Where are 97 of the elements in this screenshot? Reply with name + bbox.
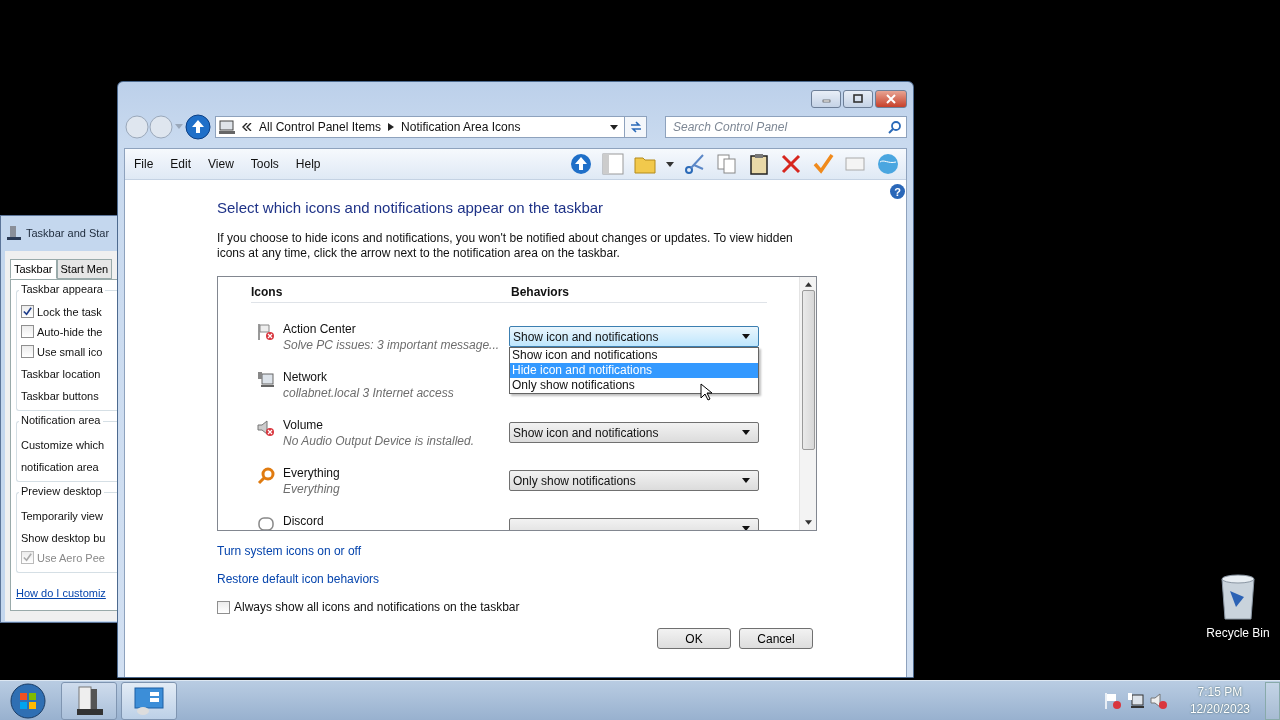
delete-icon[interactable] xyxy=(780,153,802,175)
caret-icon xyxy=(742,478,750,483)
checkbox-label: Always show all icons and notifications on the taskbar xyxy=(234,600,520,614)
setting-label: Taskbar location xyxy=(21,368,102,380)
search-field[interactable]: Search Control Panel xyxy=(665,116,907,138)
taskbar-app-button[interactable] xyxy=(61,681,117,720)
maximize-icon xyxy=(852,94,864,104)
checkbox-label: Use Aero Pee xyxy=(37,551,105,564)
dropdown-option[interactable]: Show icon and notifications xyxy=(510,348,758,363)
refresh-button[interactable] xyxy=(625,116,647,138)
scroll-down-icon[interactable] xyxy=(804,520,812,525)
dialog-button[interactable]: OK xyxy=(657,628,731,649)
caret-icon xyxy=(742,430,750,435)
caret-icon xyxy=(742,334,750,339)
caret-icon[interactable] xyxy=(666,161,674,167)
item-name: Everything xyxy=(283,466,341,480)
column-header: Icons xyxy=(251,285,284,299)
item-name: Action Center xyxy=(283,322,357,336)
checkbox[interactable] xyxy=(21,305,34,318)
taskbar-app-button[interactable] xyxy=(121,681,177,720)
close-icon xyxy=(885,94,897,104)
item-description: Everything xyxy=(283,482,341,496)
flag-icon xyxy=(257,323,275,341)
network-icon xyxy=(257,371,275,389)
window-title: Taskbar and Star xyxy=(26,227,110,239)
dropdown-option[interactable]: Only show notifications xyxy=(510,378,758,393)
checkbox[interactable] xyxy=(217,600,230,614)
group-title: Notification area xyxy=(19,414,103,426)
magnifier-icon xyxy=(257,467,275,485)
up-button[interactable] xyxy=(185,114,211,140)
circle-icon xyxy=(149,115,173,139)
setting-label: Show desktop bu xyxy=(21,532,107,544)
caret-icon xyxy=(742,526,750,530)
menu-item[interactable]: Tools xyxy=(250,157,286,171)
item-name: Volume xyxy=(283,418,325,432)
breadcrumb-item[interactable]: Notification Area Icons xyxy=(401,120,521,134)
globe-icon[interactable] xyxy=(876,152,900,176)
copy-icon[interactable] xyxy=(716,153,738,175)
item-description: Solve PC issues: 3 important message... xyxy=(283,338,501,352)
checkbox-label: Use small ico xyxy=(37,345,103,358)
dialog-button[interactable]: Cancel xyxy=(739,628,813,649)
page-heading: Select which icons and notifications appear on the taskbar xyxy=(217,199,605,216)
maximize-button[interactable] xyxy=(843,90,873,108)
network-icon[interactable] xyxy=(1126,691,1145,710)
column-header: Behaviors xyxy=(511,285,570,299)
windows-logo xyxy=(10,682,46,719)
description-text: If you choose to hide icons and notifications, you won't be notified about changes or updates. To view hidden icons at any time, click the arrow next to the notification area on the taskbar. xyxy=(217,231,794,261)
tab[interactable]: Start Men xyxy=(56,259,113,279)
group-title: Taskbar appeara xyxy=(19,283,105,295)
circle-icon xyxy=(125,115,149,139)
search-icon xyxy=(888,120,902,134)
start-button[interactable] xyxy=(9,681,47,720)
menu-item[interactable]: Edit xyxy=(170,157,199,171)
chevrons-icon xyxy=(242,123,252,131)
group-title: Preview desktop xyxy=(19,485,104,497)
setting-label: notification area xyxy=(21,461,100,473)
speaker-icon[interactable] xyxy=(1149,691,1168,710)
help-button[interactable]: ? xyxy=(890,184,905,199)
checkmark-icon[interactable] xyxy=(812,153,834,175)
minimize-button[interactable] xyxy=(811,90,841,108)
item-name: Network xyxy=(283,370,328,384)
item-description: No Audio Output Device is installed. xyxy=(283,434,475,448)
setting-label: Taskbar buttons xyxy=(21,390,100,402)
behavior-dropdown[interactable]: Show icon and notifications xyxy=(509,422,759,443)
scissors-icon[interactable] xyxy=(684,153,706,175)
menu-item[interactable]: Help xyxy=(295,157,328,171)
control-panel-icon xyxy=(133,684,165,717)
behavior-dropdown[interactable]: Only show notifications xyxy=(509,470,759,491)
arrow-right-icon[interactable] xyxy=(388,123,395,131)
setting-label: Customize which xyxy=(21,439,106,451)
item-description: collabnet.local 3 Internet access xyxy=(283,386,455,400)
scroll-up-icon[interactable] xyxy=(804,282,812,287)
clipboard-icon[interactable] xyxy=(748,153,770,175)
menu-item[interactable]: File xyxy=(134,157,161,171)
setting-label: Temporarily view xyxy=(21,510,104,522)
flag-icon[interactable] xyxy=(1103,691,1122,710)
trash-bin-icon[interactable] xyxy=(1218,573,1258,621)
scrollbar[interactable] xyxy=(799,277,816,530)
checkbox-label: Auto-hide the xyxy=(37,325,103,338)
checkbox[interactable] xyxy=(21,325,34,338)
computer-icon xyxy=(219,119,235,135)
checkbox[interactable] xyxy=(21,345,34,358)
dropdown-caret-icon[interactable] xyxy=(610,124,618,130)
item-name: Discord xyxy=(283,514,325,528)
checkbox-label: Lock the task xyxy=(37,305,102,318)
menu-item[interactable]: View xyxy=(208,157,241,171)
close-button[interactable] xyxy=(875,90,907,108)
address-bar[interactable]: All Control Panel Items Notification Area Icons xyxy=(215,116,625,138)
help-link[interactable]: How do I customiz xyxy=(16,587,117,599)
breadcrumb-item[interactable]: All Control Panel Items xyxy=(259,120,382,134)
link[interactable]: Turn system icons on or off xyxy=(217,544,362,558)
behavior-dropdown[interactable]: Show icon and notifications xyxy=(509,326,759,347)
link[interactable]: Restore default icon behaviors xyxy=(217,572,380,586)
taskbar-settings-icon xyxy=(6,225,22,241)
tab[interactable]: Taskbar xyxy=(10,259,57,279)
speaker-icon xyxy=(257,419,275,437)
desktop-icon-label[interactable]: Recycle Bin xyxy=(1206,626,1270,640)
